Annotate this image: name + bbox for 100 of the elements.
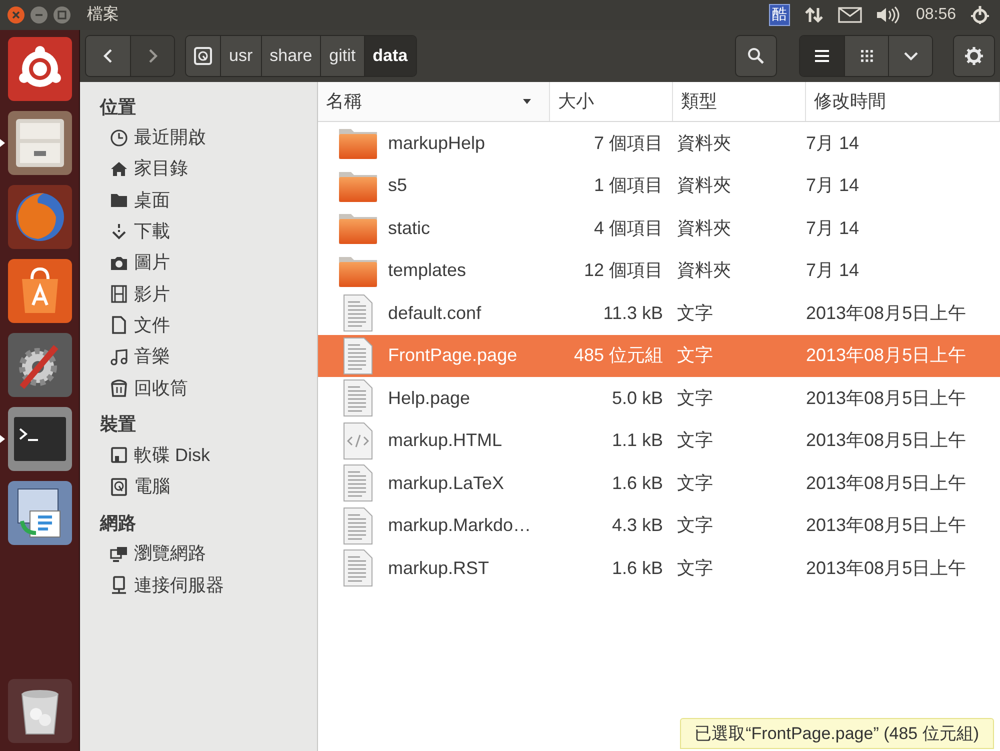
folder-icon bbox=[338, 211, 378, 246]
search-icon bbox=[747, 47, 765, 65]
sidebar-item[interactable]: 下載 bbox=[80, 216, 317, 248]
sidebar-item[interactable]: 文件 bbox=[80, 310, 317, 342]
path-segment-button[interactable]: gitit bbox=[320, 36, 364, 76]
search-button[interactable] bbox=[735, 35, 777, 77]
list-icon bbox=[815, 50, 829, 62]
file-name: s5 bbox=[388, 174, 408, 198]
folder-icon bbox=[110, 191, 128, 210]
mail-icon[interactable] bbox=[838, 7, 862, 23]
minimize-icon[interactable] bbox=[30, 6, 48, 24]
file-type: 文字 bbox=[676, 472, 714, 495]
sidebar-item[interactable]: 回收筒 bbox=[80, 372, 317, 404]
network-computers-icon bbox=[110, 544, 128, 563]
clock-icon bbox=[110, 128, 128, 147]
file-name: templates bbox=[388, 259, 466, 282]
path-segment-button[interactable]: usr bbox=[220, 36, 261, 76]
sidebar-heading: 裝置 bbox=[99, 413, 137, 436]
sidebar-item[interactable]: 家目錄 bbox=[80, 153, 317, 185]
file-type: 文字 bbox=[676, 386, 714, 410]
file-type: 資料夾 bbox=[676, 259, 732, 282]
music-note-icon bbox=[110, 348, 128, 366]
list-view-button[interactable] bbox=[800, 36, 844, 76]
sidebar-item[interactable]: 桌面 bbox=[80, 184, 317, 216]
file-type: 文字 bbox=[676, 556, 714, 580]
file-type: 資料夾 bbox=[676, 174, 732, 198]
file-size: 12 個項目 bbox=[582, 259, 663, 282]
power-icon[interactable] bbox=[970, 5, 990, 25]
file-size: 4.3 kB bbox=[610, 514, 663, 538]
file-type: 資料夾 bbox=[676, 132, 732, 155]
sidebar-heading: 網路 bbox=[98, 512, 137, 535]
file-type: 文字 bbox=[676, 429, 714, 452]
modified-date: 2013年08月5日上午 bbox=[805, 386, 966, 410]
network-icon[interactable] bbox=[804, 5, 824, 25]
drive-icon bbox=[194, 47, 212, 65]
settings-button[interactable] bbox=[953, 35, 995, 77]
status-bar: 已選取“FrontPage.page” (485 位元組) bbox=[680, 718, 994, 749]
terminal-launcher-icon bbox=[8, 407, 72, 471]
modified-date: 7月 14 bbox=[805, 216, 860, 240]
download-icon bbox=[110, 222, 128, 241]
back-button[interactable] bbox=[86, 36, 130, 76]
modified-date: 2013年08月5日上午 bbox=[805, 344, 966, 368]
view-options-button[interactable] bbox=[888, 36, 932, 76]
modified-date: 2013年08月5日上午 bbox=[805, 556, 966, 580]
root-path-button[interactable] bbox=[186, 36, 220, 76]
path-segment-button[interactable]: share bbox=[260, 36, 320, 76]
sidebar-item[interactable]: 連接伺服器 bbox=[80, 570, 317, 601]
column-label: 大小 bbox=[558, 90, 594, 113]
sidebar-item[interactable]: 音樂 bbox=[80, 341, 317, 372]
grid-icon bbox=[860, 50, 872, 62]
window-title: 檔案 bbox=[87, 4, 119, 25]
grid-view-button[interactable] bbox=[844, 36, 888, 76]
file-size: 1 個項目 bbox=[592, 174, 663, 198]
volume-icon[interactable] bbox=[876, 6, 902, 24]
modified-date: 7月 14 bbox=[805, 132, 860, 155]
sidebar-item[interactable]: 最近開啟 bbox=[80, 122, 317, 154]
modified-date: 7月 14 bbox=[805, 259, 860, 282]
gear-wrench-launcher-icon bbox=[8, 333, 72, 397]
sidebar-heading: 位置 bbox=[98, 96, 137, 118]
maximize-icon[interactable] bbox=[53, 6, 71, 24]
back-icon bbox=[103, 48, 113, 64]
file-size: 1.6 kB bbox=[610, 556, 663, 580]
sidebar-item[interactable]: 瀏覽網路 bbox=[80, 538, 317, 570]
file-size: 7 個項目 bbox=[592, 132, 663, 155]
dash-launcher-icon bbox=[8, 37, 72, 101]
modified-date: 2013年08月5日上午 bbox=[805, 429, 966, 452]
browser-launcher-icon bbox=[8, 185, 72, 249]
file-name: markupHelp bbox=[388, 132, 486, 155]
path-segment-button[interactable]: data bbox=[364, 36, 416, 76]
column-label: 類型 bbox=[681, 90, 717, 113]
file-name: markup.LaTeX bbox=[388, 472, 504, 495]
shopping-bag-launcher-icon bbox=[8, 259, 72, 323]
column-label: 修改時間 bbox=[814, 90, 886, 113]
monitor-launcher-icon bbox=[8, 481, 72, 545]
chevron-down-icon bbox=[902, 51, 918, 61]
input-method-indicator[interactable]: 酷 bbox=[768, 4, 790, 26]
sidebar-item[interactable]: 軟碟 Disk bbox=[80, 440, 317, 471]
file-name: markup.Markdo… bbox=[388, 514, 532, 538]
film-icon bbox=[110, 285, 128, 304]
column-header[interactable]: 名稱 bbox=[318, 82, 550, 121]
close-icon[interactable] bbox=[7, 6, 25, 24]
file-size: 4 個項目 bbox=[592, 216, 663, 240]
clock[interactable]: 08:56 bbox=[916, 3, 956, 27]
forward-icon bbox=[148, 48, 158, 64]
file-type: 資料夾 bbox=[676, 216, 732, 240]
file-name: markup.RST bbox=[388, 556, 490, 580]
modified-date: 2013年08月5日上午 bbox=[805, 472, 966, 495]
server-icon bbox=[110, 576, 128, 594]
sidebar-item[interactable]: 影片 bbox=[80, 278, 317, 310]
modified-date: 2013年08月5日上午 bbox=[805, 302, 966, 325]
file-size: 1.6 kB bbox=[610, 472, 663, 495]
forward-button[interactable] bbox=[130, 36, 174, 76]
file-size: 1.1 kB bbox=[610, 429, 663, 452]
column-label: 名稱 bbox=[326, 90, 362, 113]
sidebar-item[interactable]: 電腦 bbox=[80, 470, 317, 502]
trash-launcher-icon[interactable] bbox=[8, 679, 72, 743]
hard-drive-icon bbox=[110, 478, 128, 496]
folder-icon bbox=[338, 126, 378, 160]
sidebar-item[interactable]: 圖片 bbox=[80, 247, 317, 278]
file-type: 文字 bbox=[676, 302, 714, 325]
